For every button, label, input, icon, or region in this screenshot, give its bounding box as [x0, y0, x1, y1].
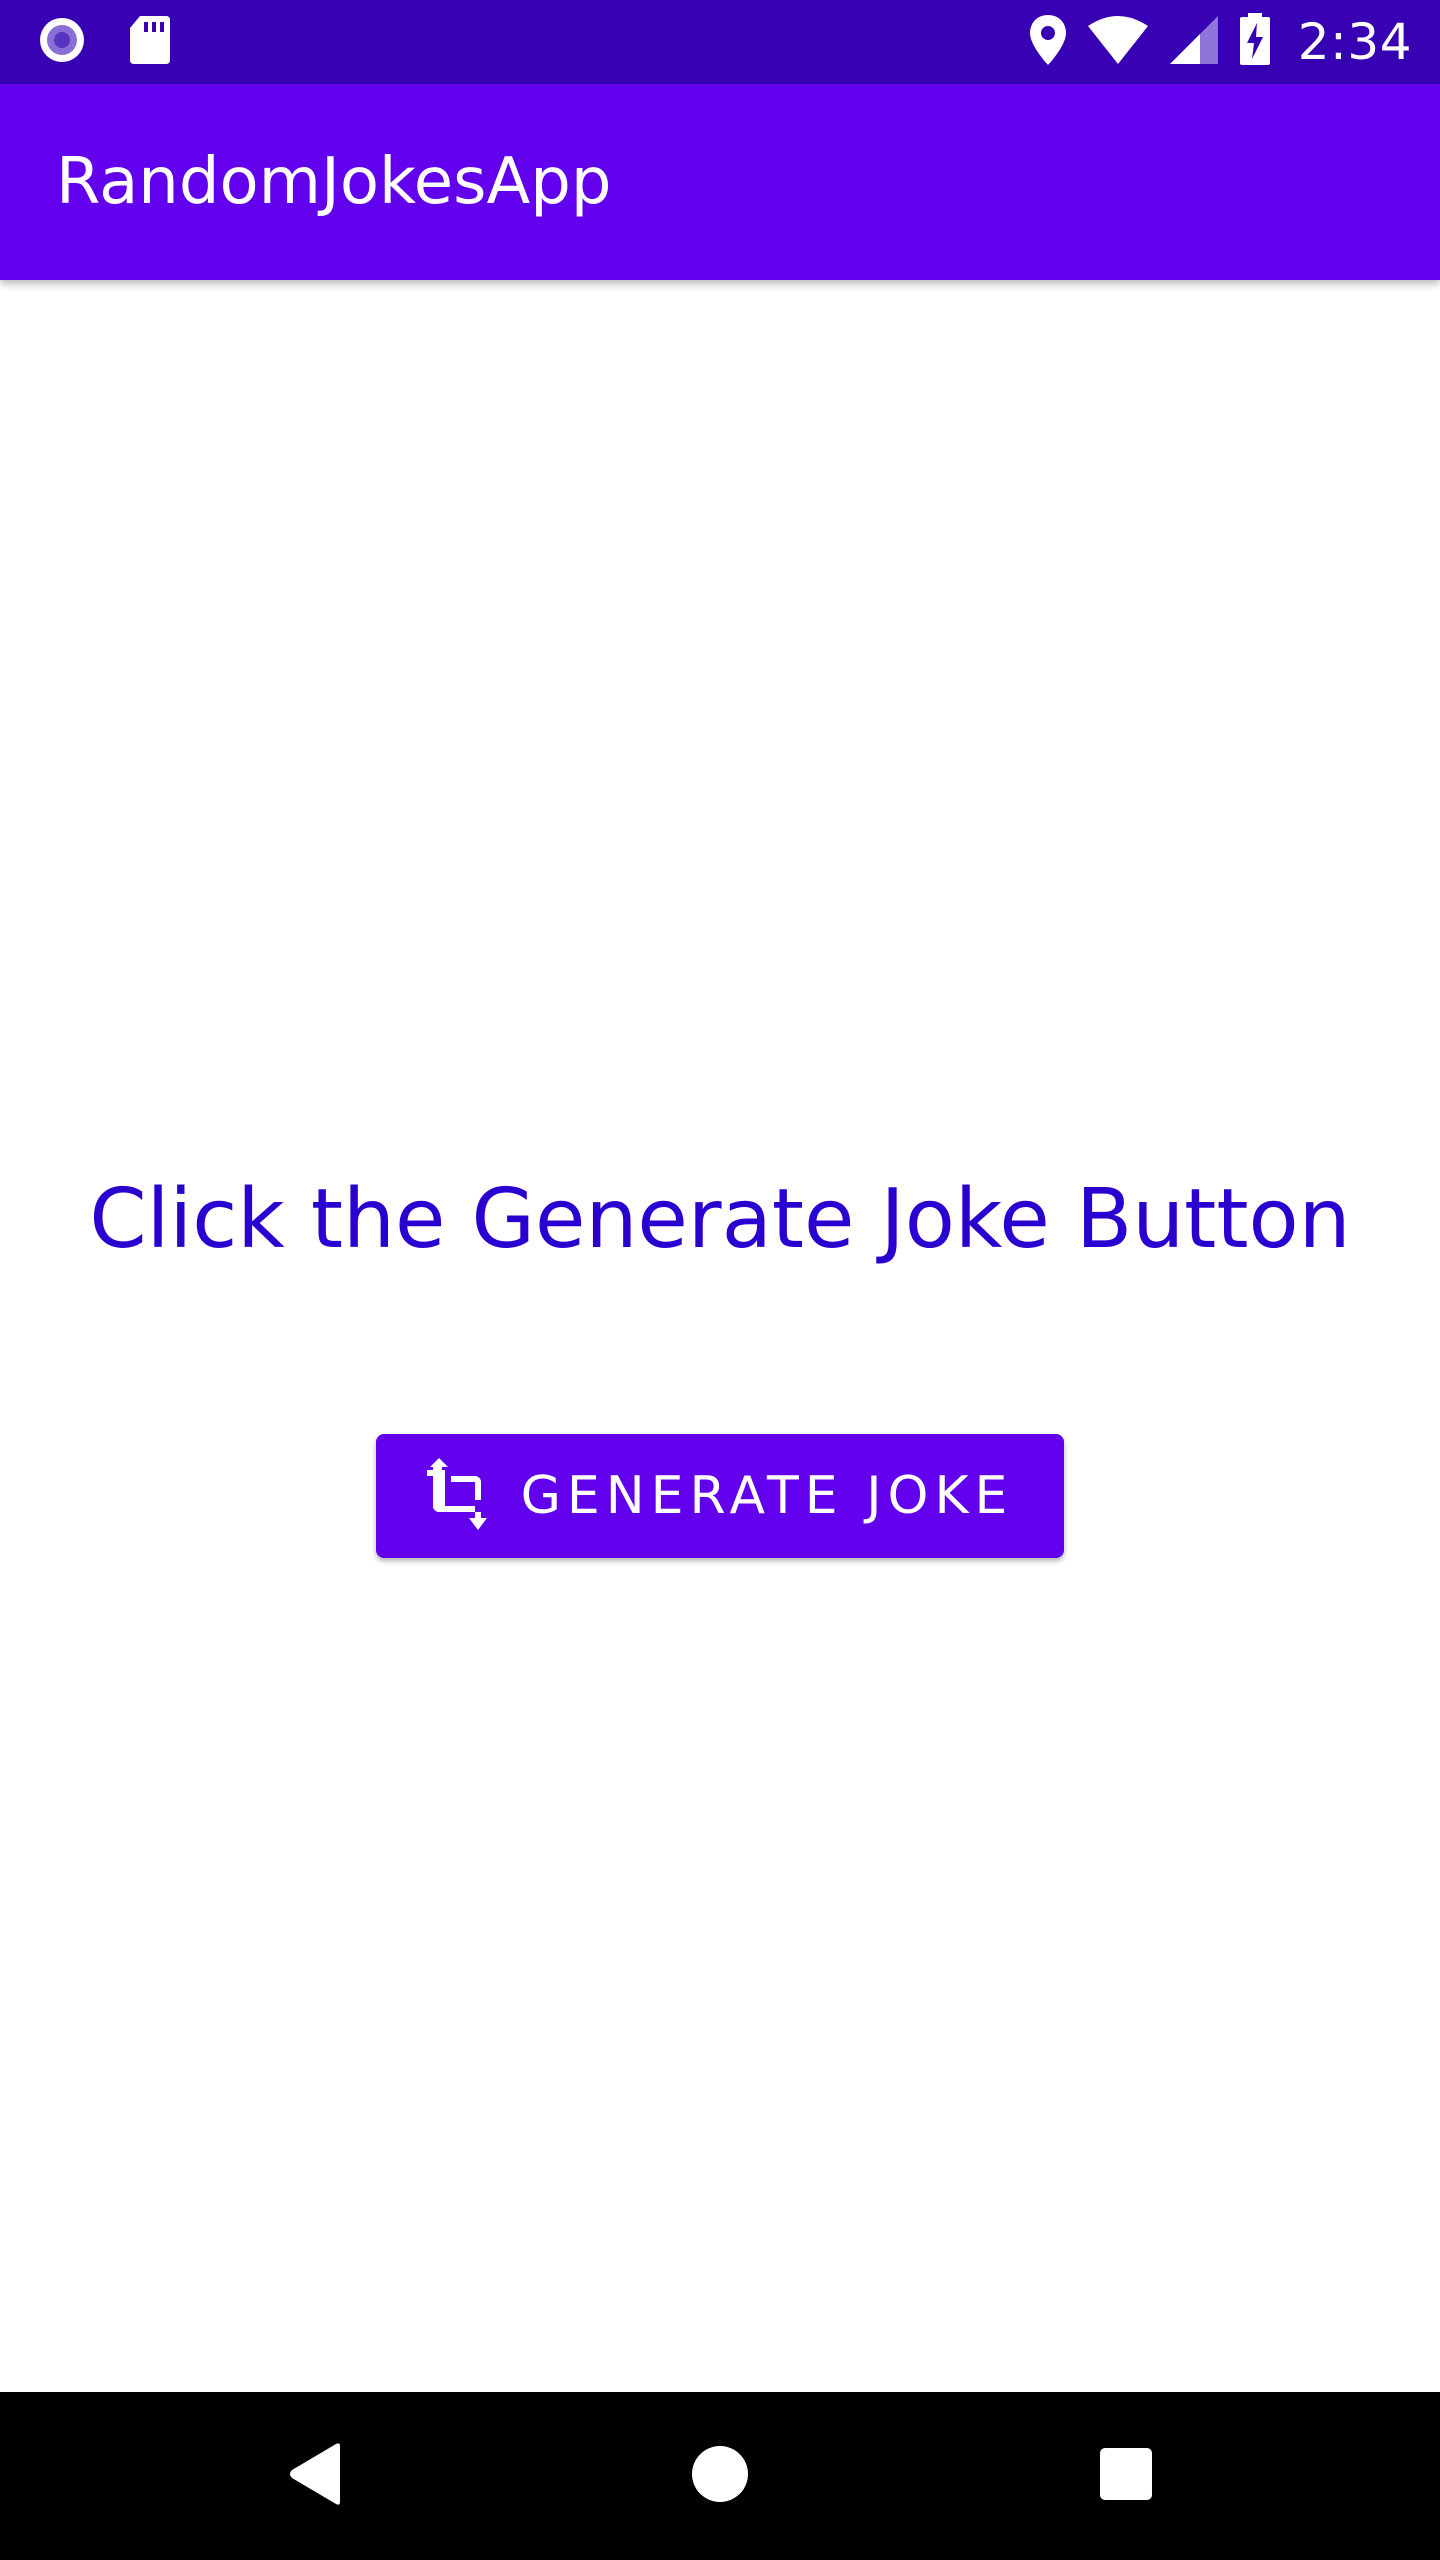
back-button[interactable]: [256, 2392, 376, 2560]
recents-button[interactable]: [1066, 2392, 1186, 2560]
status-bar-right: 2:34: [1028, 0, 1412, 84]
battery-charging-icon: [1238, 13, 1272, 71]
generate-joke-label: GENERATE JOKE: [520, 1466, 1014, 1526]
record-icon: [36, 14, 88, 70]
app-bar: RandomJokesApp: [0, 84, 1440, 280]
location-icon: [1028, 13, 1068, 71]
joke-text: Click the Generate Joke Button: [89, 1172, 1351, 1267]
main-content: Click the Generate Joke Button GENERATE …: [0, 280, 1440, 2392]
cell-signal-icon: [1168, 14, 1220, 70]
status-bar-left: [36, 0, 172, 84]
home-button[interactable]: [660, 2392, 780, 2560]
crop-icon: [426, 1458, 499, 1534]
status-bar: 2:34: [0, 0, 1440, 84]
back-icon: [286, 2442, 346, 2510]
recents-icon: [1098, 2446, 1154, 2506]
navigation-bar: [0, 2392, 1440, 2560]
app-title: RandomJokesApp: [56, 145, 612, 219]
sd-card-icon: [128, 14, 172, 70]
wifi-icon: [1086, 14, 1150, 70]
status-time: 2:34: [1297, 13, 1412, 71]
generate-joke-button[interactable]: GENERATE JOKE: [376, 1434, 1064, 1558]
home-icon: [690, 2444, 750, 2508]
